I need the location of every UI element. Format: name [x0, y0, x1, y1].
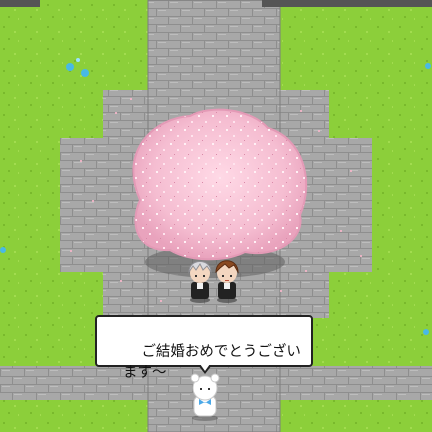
hud-bar-left [0, 0, 40, 7]
map-background [0, 0, 432, 432]
speech-bubble[interactable]: ご結婚おめでとうござい ます～ [95, 315, 313, 381]
speech-bubble-tail-fill [200, 364, 210, 371]
hud-bar-right [262, 0, 432, 7]
game-scene: ご結婚おめでとうござい ます～ [0, 0, 432, 432]
